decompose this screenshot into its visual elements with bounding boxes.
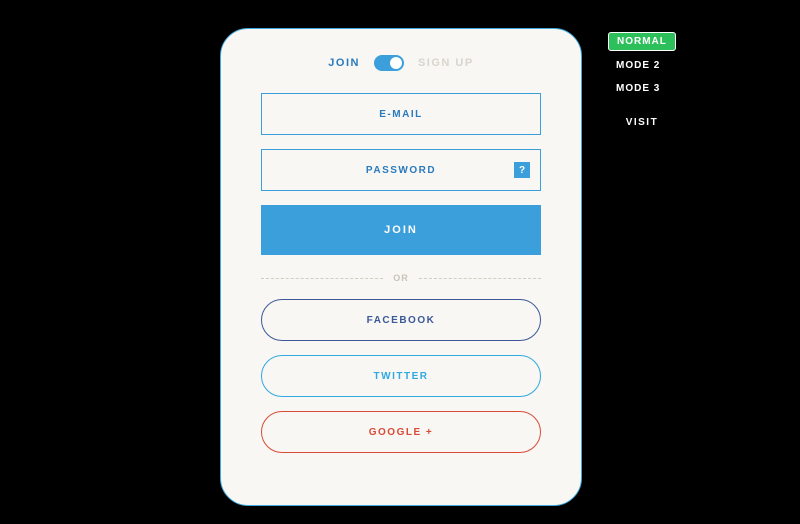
- toggle-knob: [390, 57, 402, 69]
- tab-join[interactable]: JOIN: [328, 57, 360, 69]
- email-placeholder: E-MAIL: [379, 109, 422, 120]
- mode-2-button[interactable]: Mode 2: [608, 57, 676, 74]
- login-card: JOIN SIGN UP E-MAIL PASSWORD ? JOIN OR F…: [220, 28, 582, 506]
- tab-signup[interactable]: SIGN UP: [418, 57, 474, 69]
- google-button[interactable]: GOOGLE +: [261, 411, 541, 453]
- visit-link[interactable]: Visit: [608, 117, 676, 128]
- divider: OR: [261, 273, 541, 283]
- mode-normal-button[interactable]: Normal: [608, 32, 676, 51]
- twitter-button[interactable]: TWITTER: [261, 355, 541, 397]
- divider-line-right: [419, 278, 541, 279]
- mode-3-button[interactable]: Mode 3: [608, 80, 676, 97]
- join-button[interactable]: JOIN: [261, 205, 541, 255]
- divider-label: OR: [393, 273, 409, 283]
- mode-sidebar: Normal Mode 2 Mode 3 Visit: [608, 32, 676, 128]
- password-field[interactable]: PASSWORD ?: [261, 149, 541, 191]
- auth-toggle[interactable]: [374, 55, 404, 71]
- facebook-button[interactable]: FACEBOOK: [261, 299, 541, 341]
- divider-line-left: [261, 278, 383, 279]
- email-field[interactable]: E-MAIL: [261, 93, 541, 135]
- auth-tabs: JOIN SIGN UP: [261, 55, 541, 71]
- password-placeholder: PASSWORD: [366, 165, 436, 176]
- forgot-password-button[interactable]: ?: [514, 162, 530, 178]
